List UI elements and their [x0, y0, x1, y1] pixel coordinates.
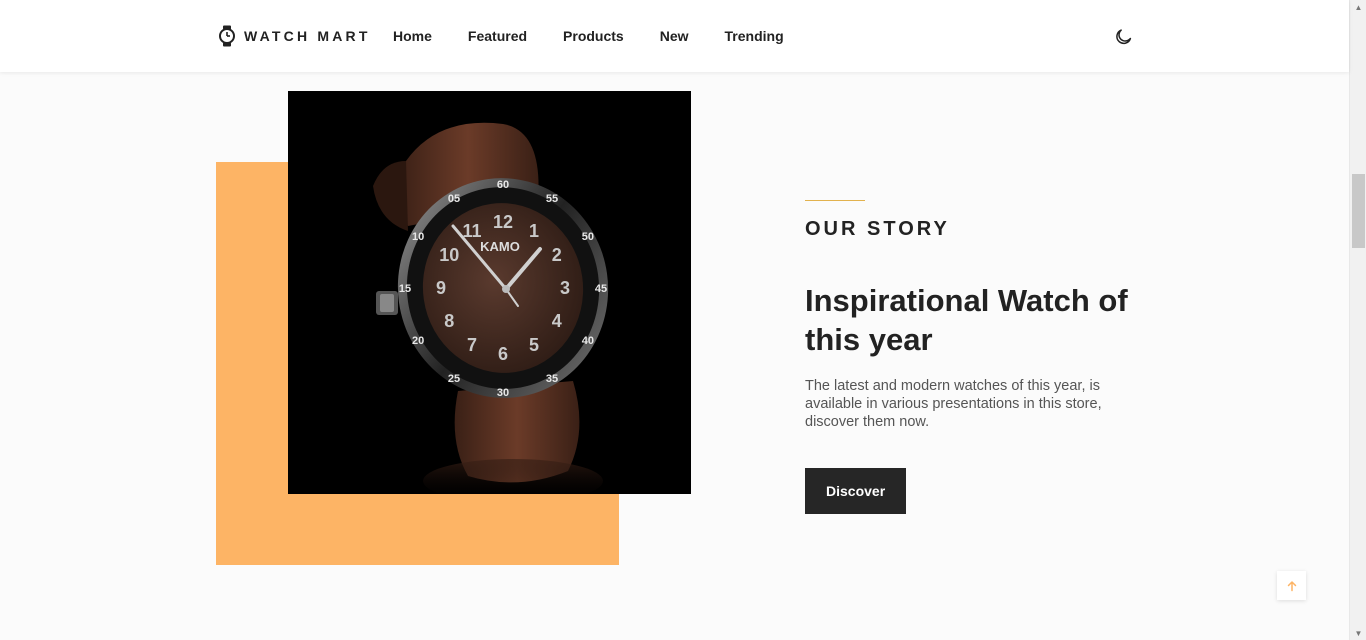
site-header: WATCH MART Home Featured Products New Tr… [0, 0, 1349, 72]
dial-number: 2 [552, 245, 562, 265]
dial-number: 12 [493, 212, 513, 232]
bezel-number: 25 [448, 373, 460, 385]
bezel-number: 55 [546, 193, 558, 205]
story-title: Inspirational Watch of this year [805, 283, 1128, 357]
watch-icon [219, 25, 235, 47]
scrollbar-thumb[interactable] [1352, 174, 1365, 248]
logo-text: WATCH MART [244, 28, 371, 44]
moon-icon[interactable] [1115, 27, 1133, 45]
bezel-number: 40 [582, 335, 594, 347]
nav-featured[interactable]: Featured [468, 27, 527, 45]
dial-number: 7 [467, 335, 477, 355]
bezel-number: 60 [497, 179, 509, 191]
bezel-number: 35 [546, 373, 558, 385]
watch-image: 60 55 50 45 40 35 30 25 20 15 10 05 12 11 10 9 8 7 6 5 4 3 2 1… [288, 91, 691, 494]
arrow-up-icon [1287, 580, 1296, 591]
dial-number: 11 [462, 221, 481, 241]
dial-number: 10 [439, 245, 459, 265]
story-description: The latest and modern watches of this ye… [805, 378, 1102, 430]
dial-number: 4 [552, 311, 562, 331]
page-scrollbar[interactable]: ▲ ▼ [1349, 0, 1366, 640]
story-accent-line [805, 200, 865, 201]
dial-number: 3 [560, 278, 570, 298]
scroll-to-top-button[interactable] [1277, 571, 1306, 600]
story-label: OUR STORY [805, 218, 950, 240]
scroll-down-arrow-icon[interactable]: ▼ [1350, 626, 1366, 640]
discover-button[interactable]: Discover [805, 468, 907, 514]
main-nav: Home Featured Products New Trending [393, 27, 820, 45]
dial-number: 6 [498, 344, 508, 364]
nav-products[interactable]: Products [563, 27, 624, 45]
bezel-number: 50 [582, 231, 594, 243]
dial-number: 9 [436, 278, 446, 298]
svg-text:KAMO: KAMO [480, 239, 520, 254]
bezel-number: 15 [399, 283, 411, 295]
nav-new[interactable]: New [660, 27, 689, 45]
scroll-up-arrow-icon[interactable]: ▲ [1350, 0, 1366, 14]
bezel-number: 30 [497, 387, 509, 399]
our-story-section: OUR STORY Inspirational Watch of this ye… [805, 200, 1135, 514]
nav-trending[interactable]: Trending [725, 27, 784, 45]
dial-number: 5 [529, 335, 539, 355]
bezel-number: 05 [448, 193, 460, 205]
logo[interactable]: WATCH MART [218, 25, 371, 47]
dial-number: 1 [529, 221, 539, 241]
dial-number: 8 [444, 311, 454, 331]
bezel-number: 45 [595, 283, 607, 295]
nav-home[interactable]: Home [393, 27, 432, 45]
bezel-number: 10 [412, 231, 424, 243]
bezel-number: 20 [412, 335, 424, 347]
